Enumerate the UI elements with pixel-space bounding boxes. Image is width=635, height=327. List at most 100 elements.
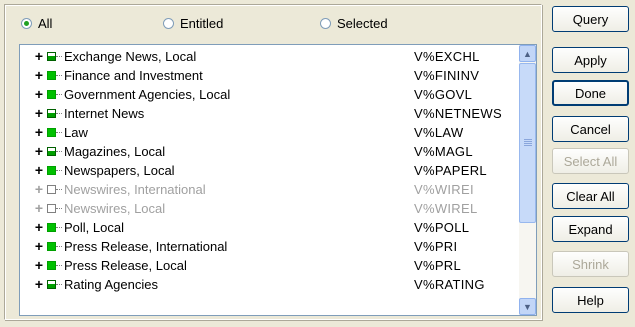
list-item[interactable]: + Law V%LAW <box>20 123 515 142</box>
list-item[interactable]: + Rating Agencies V%RATING <box>20 275 515 294</box>
category-code: V%PAPERL <box>414 163 487 178</box>
vertical-scrollbar[interactable]: ▲ ▼ <box>519 45 536 315</box>
category-code: V%WIREI <box>414 182 474 197</box>
category-name: Internet News <box>64 106 145 121</box>
help-button[interactable]: Help <box>552 287 629 313</box>
category-code: V%LAW <box>414 125 464 140</box>
radio-selected-dot[interactable] <box>320 17 331 29</box>
grip-line <box>524 145 532 146</box>
scroll-up-button[interactable]: ▲ <box>519 45 536 62</box>
tree-connector <box>56 75 62 76</box>
expand-plus-icon[interactable]: + <box>34 87 44 101</box>
expand-plus-icon[interactable]: + <box>34 163 44 177</box>
category-name: Newswires, Local <box>64 201 166 216</box>
category-code: V%PRI <box>414 239 458 254</box>
selection-checkbox-icon[interactable] <box>47 261 56 270</box>
category-code: V%FININV <box>414 68 480 83</box>
expand-plus-icon[interactable]: + <box>34 220 44 234</box>
scroll-down-button[interactable]: ▼ <box>519 298 536 315</box>
expand-plus-icon[interactable]: + <box>34 239 44 253</box>
category-name: Exchange News, Local <box>64 49 197 64</box>
tree-connector <box>56 113 62 114</box>
tree-connector <box>56 284 62 285</box>
radio-all[interactable]: All <box>21 15 52 31</box>
category-name: Law <box>64 125 88 140</box>
list-item[interactable]: + Internet News V%NETNEWS <box>20 104 515 123</box>
tree-connector <box>56 151 62 152</box>
chevron-up-icon: ▲ <box>523 48 532 59</box>
expand-plus-icon[interactable]: + <box>34 49 44 63</box>
category-code: V%POLL <box>414 220 470 235</box>
selection-checkbox-icon[interactable] <box>47 52 56 61</box>
expand-plus-icon[interactable]: + <box>34 68 44 82</box>
radio-selected-label: Selected <box>337 15 388 31</box>
category-listbox[interactable]: + Exchange News, Local V%EXCHL + Finance and… <box>19 44 537 316</box>
radio-entitled[interactable]: Entitled <box>163 15 223 31</box>
category-code: V%NETNEWS <box>414 106 502 121</box>
selection-checkbox-icon[interactable] <box>47 71 56 80</box>
tree-connector <box>56 132 62 133</box>
radio-all-label: All <box>38 15 53 31</box>
expand-plus-icon[interactable]: + <box>34 277 44 291</box>
radio-entitled-dot[interactable] <box>163 17 174 29</box>
done-button[interactable]: Done <box>552 80 629 106</box>
apply-button[interactable]: Apply <box>552 47 629 73</box>
selection-checkbox-icon[interactable] <box>47 242 56 251</box>
list-item[interactable]: + Press Release, International V%PRI <box>20 237 515 256</box>
selection-checkbox-icon[interactable] <box>47 280 56 289</box>
radio-all-dot[interactable] <box>21 17 32 29</box>
category-name: Newswires, International <box>64 182 206 197</box>
selection-checkbox-icon[interactable] <box>47 204 56 213</box>
category-name: Government Agencies, Local <box>64 87 231 102</box>
list-item[interactable]: + Exchange News, Local V%EXCHL <box>20 47 515 66</box>
cancel-button[interactable]: Cancel <box>552 116 629 142</box>
shrink-button[interactable]: Shrink <box>552 251 629 277</box>
expand-button[interactable]: Expand <box>552 216 629 242</box>
query-button[interactable]: Query <box>552 6 629 32</box>
category-name: Press Release, Local <box>64 258 187 273</box>
clear-all-button[interactable]: Clear All <box>552 183 629 209</box>
expand-plus-icon[interactable]: + <box>34 201 44 215</box>
selection-checkbox-icon[interactable] <box>47 223 56 232</box>
category-code: V%PRL <box>414 258 462 273</box>
category-name: Rating Agencies <box>64 277 158 292</box>
scroll-thumb[interactable] <box>519 63 536 223</box>
category-code: V%EXCHL <box>414 49 480 64</box>
list-item[interactable]: + Press Release, Local V%PRL <box>20 256 515 275</box>
category-name: Poll, Local <box>64 220 124 235</box>
category-name: Press Release, International <box>64 239 228 254</box>
category-name: Magazines, Local <box>64 144 166 159</box>
expand-plus-icon[interactable]: + <box>34 182 44 196</box>
list-item[interactable]: + Government Agencies, Local V%GOVL <box>20 85 515 104</box>
list-item[interactable]: + Newspapers, Local V%PAPERL <box>20 161 515 180</box>
tree-connector <box>56 208 62 209</box>
expand-plus-icon[interactable]: + <box>34 125 44 139</box>
list-item[interactable]: + Poll, Local V%POLL <box>20 218 515 237</box>
tree-connector <box>56 227 62 228</box>
select-all-button[interactable]: Select All <box>552 148 629 174</box>
chevron-down-icon: ▼ <box>523 301 532 312</box>
expand-plus-icon[interactable]: + <box>34 144 44 158</box>
selection-checkbox-icon[interactable] <box>47 128 56 137</box>
grip-line <box>524 141 532 142</box>
tree-connector <box>56 246 62 247</box>
selection-checkbox-icon[interactable] <box>47 147 56 156</box>
selection-checkbox-icon[interactable] <box>47 109 56 118</box>
list-item[interactable]: + Magazines, Local V%MAGL <box>20 142 515 161</box>
expand-plus-icon[interactable]: + <box>34 258 44 272</box>
category-code: V%MAGL <box>414 144 473 159</box>
grip-line <box>524 139 532 140</box>
selection-checkbox-icon[interactable] <box>47 166 56 175</box>
tree-connector <box>56 265 62 266</box>
radio-selected[interactable]: Selected <box>320 15 388 31</box>
selection-checkbox-icon[interactable] <box>47 185 56 194</box>
list-item[interactable]: + Finance and Investment V%FININV <box>20 66 515 85</box>
radio-entitled-label: Entitled <box>180 15 224 31</box>
category-name: Finance and Investment <box>64 68 203 83</box>
expand-plus-icon[interactable]: + <box>34 106 44 120</box>
list-item[interactable]: + Newswires, Local V%WIREL <box>20 199 515 218</box>
list-item[interactable]: + Newswires, International V%WIREI <box>20 180 515 199</box>
tree-connector <box>56 170 62 171</box>
category-code: V%GOVL <box>414 87 473 102</box>
selection-checkbox-icon[interactable] <box>47 90 56 99</box>
